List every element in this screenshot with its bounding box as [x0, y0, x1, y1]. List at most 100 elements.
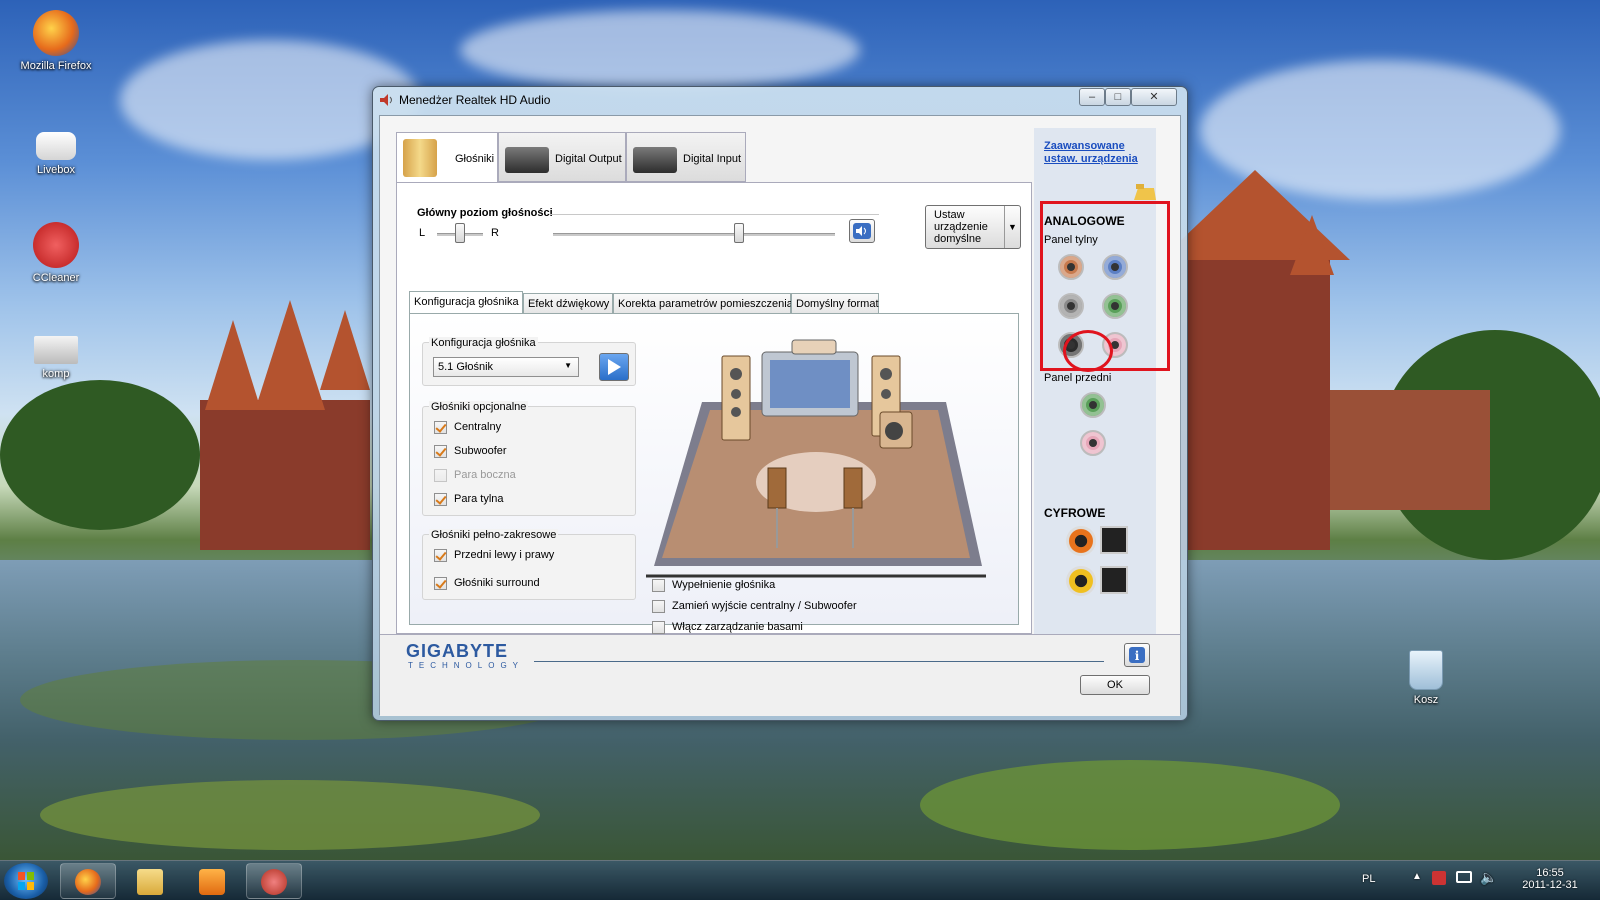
checkbox[interactable] — [652, 579, 665, 592]
volume-slider-thumb[interactable] — [734, 223, 745, 243]
chevron-down-icon: ▼ — [564, 361, 572, 370]
tab-digital-input[interactable]: Digital Input — [626, 132, 746, 182]
fullrange-group: Głośniki pełno-zakresowe — [422, 529, 636, 600]
speakers-panel: Główny poziom głośności L R Ustaw urządz… — [396, 182, 1032, 634]
tab-speakers[interactable]: Głośniki — [396, 132, 498, 184]
desktop-icon-label: Mozilla Firefox — [20, 60, 92, 72]
digital-title: CYFROWE — [1044, 506, 1106, 520]
audio-jack-icon[interactable] — [1080, 430, 1106, 456]
checkbox[interactable] — [652, 621, 665, 634]
desktop-icon-recycle-bin[interactable]: Kosz — [1384, 650, 1468, 706]
clock[interactable]: 16:55 2011-12-31 — [1520, 867, 1580, 891]
minimize-button[interactable]: – — [1079, 88, 1105, 106]
folder-icon — [137, 869, 163, 895]
maximize-button[interactable]: □ — [1105, 88, 1131, 106]
subtab-default-format[interactable]: Domyślny format — [791, 293, 879, 313]
tower-roof — [320, 310, 370, 390]
desktop-icon-firefox[interactable]: Mozilla Firefox — [14, 10, 98, 72]
window-footer: GIGABYTE TECHNOLOGY i OK — [380, 634, 1180, 716]
clock-time: 16:55 — [1536, 867, 1564, 879]
gigabyte-logo-sub: TECHNOLOGY — [408, 661, 525, 670]
speaker-icon — [380, 94, 392, 106]
media-player-icon — [199, 869, 225, 895]
show-hidden-icons-icon[interactable]: ▲ — [1412, 871, 1422, 882]
annotation-circle — [1063, 330, 1113, 372]
tab-label: Digital Output — [555, 153, 622, 165]
volume-icon[interactable]: 🔈 — [1480, 869, 1497, 886]
livebox-icon — [36, 132, 76, 160]
tab-digital-output[interactable]: Digital Output — [498, 132, 626, 182]
checkbox[interactable] — [434, 421, 447, 434]
castle-left — [200, 400, 370, 550]
optical-in-icon[interactable] — [1100, 566, 1128, 594]
volume-slider[interactable] — [553, 233, 835, 236]
checkbox[interactable] — [652, 600, 665, 613]
ccleaner-icon — [33, 222, 79, 268]
balance-slider-thumb[interactable] — [455, 223, 465, 243]
checkbox-label: Zamień wyjście centralny / Subwoofer — [672, 600, 857, 612]
advanced-settings-link[interactable]: Zaawansowane ustaw. urządzenia — [1044, 140, 1148, 166]
speaker-config-panel: Konfiguracja głośnika 5.1 Głośnik ▼ Głoś… — [409, 313, 1019, 634]
play-icon — [608, 359, 621, 375]
speaker-icon — [261, 869, 287, 895]
chevron-down-icon[interactable]: ▼ — [1004, 206, 1020, 248]
desktop-icon-label: Kosz — [1413, 694, 1439, 706]
checkbox[interactable] — [434, 445, 447, 458]
info-button[interactable]: i — [1124, 643, 1150, 667]
checkbox[interactable] — [434, 549, 447, 562]
optical-out-icon[interactable] — [1100, 526, 1128, 554]
speaker-config-select[interactable]: 5.1 Głośnik ▼ — [433, 357, 579, 377]
tower-roof — [255, 300, 325, 410]
front-panel-label: Panel przedni — [1044, 372, 1112, 384]
clock-date: 2011-12-31 — [1522, 879, 1578, 891]
checkbox-label: Para tylna — [454, 493, 504, 505]
checkbox[interactable] — [434, 493, 447, 506]
computer-icon — [34, 336, 78, 364]
trees — [0, 380, 200, 530]
set-default-device-button[interactable]: Ustaw urządzenie domyślne ▼ — [925, 205, 1021, 249]
subtab-speaker-config[interactable]: Konfiguracja głośnika — [409, 291, 523, 313]
tower-roof — [205, 320, 261, 410]
checkbox[interactable] — [434, 577, 447, 590]
coaxial-out-icon[interactable] — [1066, 526, 1096, 556]
subtab-sound-effects[interactable]: Efekt dźwiękowy — [523, 293, 613, 313]
close-button[interactable]: ✕ — [1131, 88, 1177, 106]
info-icon: i — [1129, 647, 1145, 663]
audio-jack-icon[interactable] — [1080, 392, 1106, 418]
checkbox[interactable] — [434, 469, 447, 482]
tab-label: Głośniki — [455, 153, 495, 165]
recycle-bin-icon — [1409, 650, 1443, 690]
subtab-room-correction[interactable]: Korekta parametrów pomieszczenia — [613, 293, 793, 313]
checkbox-label: Para boczna — [454, 469, 516, 481]
grass — [920, 760, 1340, 850]
folder-icon[interactable] — [1134, 184, 1156, 200]
mute-button[interactable] — [849, 219, 875, 243]
play-test-button[interactable] — [599, 353, 629, 381]
ok-button[interactable]: OK — [1080, 675, 1150, 695]
speaker-room-illustration — [646, 339, 986, 578]
desktop-icon-livebox[interactable]: Livebox — [14, 120, 98, 176]
start-button[interactable] — [4, 863, 48, 899]
desktop-icon-komp[interactable]: komp — [14, 336, 98, 380]
desktop-icon-ccleaner[interactable]: CCleaner — [14, 222, 98, 284]
action-center-icon[interactable] — [1432, 871, 1446, 885]
footer-divider — [534, 661, 1104, 662]
network-icon[interactable] — [1456, 871, 1472, 883]
checkbox-label: Subwoofer — [454, 445, 507, 457]
castle-right — [1180, 250, 1330, 550]
taskbar-explorer[interactable] — [122, 863, 178, 899]
taskbar-realtek[interactable] — [246, 863, 302, 899]
castle-wall — [1330, 390, 1490, 510]
desktop-icon-label: Livebox — [37, 164, 75, 176]
taskbar-firefox[interactable] — [60, 863, 116, 899]
language-indicator[interactable]: PL — [1362, 873, 1375, 885]
speaker-icon — [853, 223, 871, 239]
taskbar-media-player[interactable] — [184, 863, 240, 899]
volume-label: Główny poziom głośności — [417, 207, 553, 219]
coaxial-in-icon[interactable] — [1066, 566, 1096, 596]
checkbox-label: Włącz zarządzanie basami — [672, 621, 803, 633]
subtab-bar: Konfiguracja głośnika Efekt dźwiękowy Ko… — [409, 291, 1029, 313]
svg-text:i: i — [1135, 649, 1140, 663]
tower-roof — [1290, 215, 1334, 275]
balance-left-label: L — [419, 227, 426, 239]
